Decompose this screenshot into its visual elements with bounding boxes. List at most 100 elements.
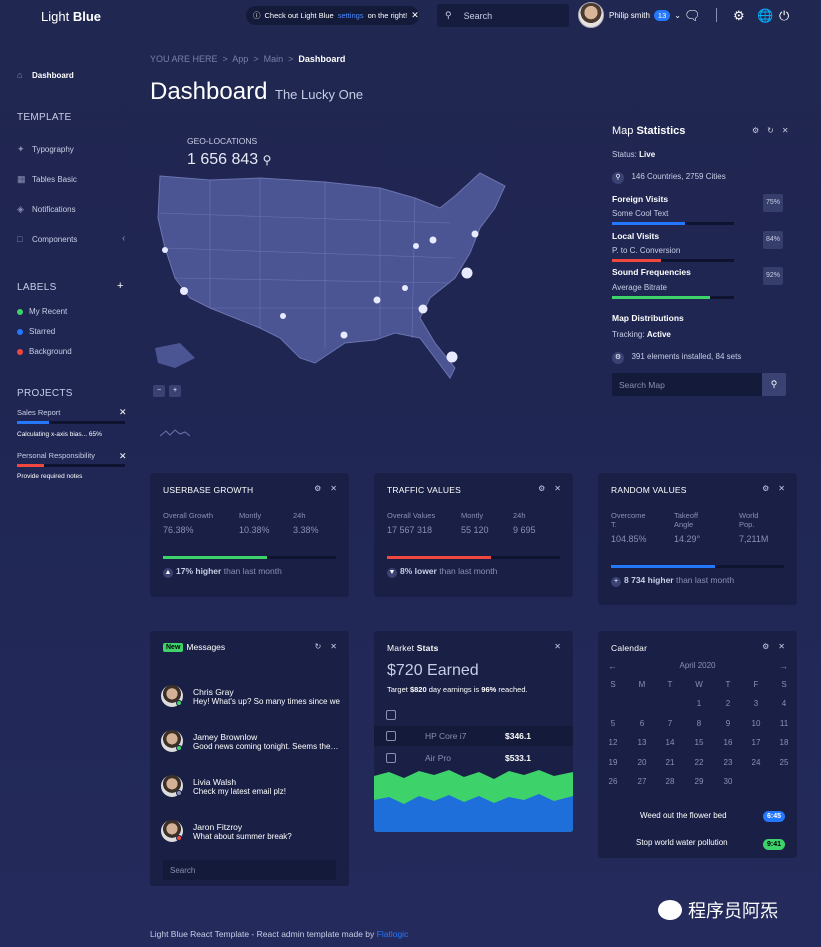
project-sales-report[interactable]: Sales Report xyxy=(17,408,60,417)
project-personal-responsibility[interactable]: Personal Responsibility xyxy=(17,451,95,460)
gear-icon[interactable]: ⚙ xyxy=(733,8,745,24)
footer: Light Blue React Template - React admin … xyxy=(150,929,409,939)
map-status: Status: Live xyxy=(612,150,656,159)
calendar-day[interactable]: 11 xyxy=(774,719,794,728)
weekday-label: W xyxy=(695,680,703,689)
calendar-day[interactable]: 20 xyxy=(632,758,652,767)
status-dot-icon xyxy=(176,700,182,706)
calendar-day[interactable]: 3 xyxy=(746,699,766,708)
calendar-day[interactable]: 18 xyxy=(774,738,794,747)
calendar-day[interactable]: 25 xyxy=(774,758,794,767)
search-input[interactable]: ⚲ Search xyxy=(437,4,569,27)
calendar-day[interactable]: 7 xyxy=(660,719,680,728)
calendar-day[interactable]: 21 xyxy=(660,758,680,767)
calendar-day[interactable]: 27 xyxy=(632,777,652,786)
sidebar-item-typography[interactable]: ✦ Typography xyxy=(17,144,74,155)
calendar-day[interactable]: 5 xyxy=(603,719,623,728)
calendar-day[interactable]: 1 xyxy=(689,699,709,708)
settings-link[interactable]: settings xyxy=(338,11,364,20)
flatlogic-link[interactable]: Flatlogic xyxy=(377,929,409,939)
close-icon[interactable]: ✕ xyxy=(330,484,337,493)
chat-icon[interactable]: 🗨 xyxy=(684,8,701,24)
close-icon[interactable]: ✕ xyxy=(778,484,785,493)
zoom-in-button[interactable]: + xyxy=(169,385,181,397)
calendar-day[interactable]: 16 xyxy=(718,738,738,747)
messages-search-input[interactable]: Search xyxy=(163,860,336,880)
calendar-day[interactable]: 22 xyxy=(689,758,709,767)
watermark: 程序员阿炁 xyxy=(658,897,778,923)
calendar-day[interactable]: 13 xyxy=(632,738,652,747)
search-map-button[interactable]: ⚲ xyxy=(762,373,786,396)
user-menu[interactable]: Philip smith 13 ⌄ xyxy=(609,10,681,21)
close-icon[interactable]: ✕ xyxy=(119,451,127,462)
calendar-day[interactable]: 4 xyxy=(774,699,794,708)
calendar-day[interactable]: 6 xyxy=(632,719,652,728)
calendar-day[interactable]: 23 xyxy=(718,758,738,767)
calendar-title: Calendar xyxy=(611,643,648,653)
calendar-day[interactable]: 26 xyxy=(603,777,623,786)
close-icon[interactable]: ✕ xyxy=(119,407,127,418)
sidebar-item-tables[interactable]: ▦ Tables Basic xyxy=(17,174,77,185)
globe-icon[interactable]: 🌐 xyxy=(757,8,773,24)
messages-title: Messages xyxy=(186,642,226,652)
red-dot-icon xyxy=(17,348,23,355)
gear-icon[interactable]: ⚙ xyxy=(762,484,769,493)
close-icon[interactable]: ✕ xyxy=(782,126,789,135)
gear-icon[interactable]: ⚙ xyxy=(752,126,759,135)
calendar-day[interactable]: 24 xyxy=(746,758,766,767)
notification-count-badge: 13 xyxy=(653,10,671,21)
close-icon[interactable]: ✕ xyxy=(554,484,561,493)
calendar-day[interactable]: 29 xyxy=(689,777,709,786)
calendar-day[interactable]: 15 xyxy=(689,738,709,747)
add-label-icon[interactable]: + xyxy=(117,280,123,292)
refresh-icon[interactable]: ↻ xyxy=(767,126,774,135)
layers-icon: ◈ xyxy=(17,204,24,214)
row-checkbox[interactable] xyxy=(386,753,396,763)
label-starred[interactable]: Starred xyxy=(17,327,55,336)
close-icon[interactable]: ✕ xyxy=(554,642,561,651)
label-my-recent[interactable]: My Recent xyxy=(17,307,67,316)
sidebar-item-components[interactable]: □ Components xyxy=(17,234,77,244)
refresh-icon[interactable]: ↻ xyxy=(315,642,322,651)
sound-frequencies-bar xyxy=(612,296,734,299)
us-map[interactable] xyxy=(150,168,515,383)
calendar-day[interactable]: 8 xyxy=(689,719,709,728)
calendar-day[interactable]: 14 xyxy=(660,738,680,747)
chevron-left-icon[interactable]: ‹ xyxy=(122,233,125,244)
sidebar-item-dashboard[interactable]: ⌂ Dashboard xyxy=(17,70,74,80)
calendar-day[interactable]: 19 xyxy=(603,758,623,767)
gear-icon[interactable]: ⚙ xyxy=(762,642,769,651)
power-icon[interactable]: ⏻ xyxy=(779,8,789,24)
row-checkbox[interactable] xyxy=(386,710,396,720)
close-icon[interactable]: ✕ xyxy=(778,642,785,651)
label-background[interactable]: Background xyxy=(17,347,72,356)
calendar-day[interactable]: 17 xyxy=(746,738,766,747)
sidebar-item-notifications[interactable]: ◈ Notifications xyxy=(17,204,76,215)
calendar-day[interactable]: 28 xyxy=(660,777,680,786)
calendar-day[interactable]: 2 xyxy=(718,699,738,708)
row-checkbox[interactable] xyxy=(386,731,396,741)
arrow-up-icon: ▲ xyxy=(163,568,173,578)
event-item[interactable]: Stop world water pollution xyxy=(636,838,728,847)
traffic-progress-bar xyxy=(387,556,560,559)
calendar-day[interactable]: 9 xyxy=(718,719,738,728)
calendar-day[interactable]: 30 xyxy=(718,777,738,786)
geo-label: GEO-LOCATIONS xyxy=(187,136,258,146)
app-logo[interactable]: Light Blue xyxy=(41,9,101,24)
calendar-day[interactable]: 12 xyxy=(603,738,623,747)
event-item[interactable]: Weed out the flower bed xyxy=(640,811,727,820)
search-map-input[interactable]: Search Map xyxy=(612,373,762,396)
avatar[interactable] xyxy=(578,2,604,28)
search-icon: ⚲ xyxy=(445,10,452,20)
event-time-badge: 9:41 xyxy=(763,839,786,850)
next-month-arrow-icon[interactable]: → xyxy=(779,661,788,671)
calendar-day[interactable]: 10 xyxy=(746,719,766,728)
breadcrumb-main[interactable]: Main xyxy=(264,54,284,64)
zoom-out-button[interactable]: − xyxy=(153,385,165,397)
gear-icon[interactable]: ⚙ xyxy=(314,484,321,493)
breadcrumb-app[interactable]: App xyxy=(232,54,248,64)
close-icon[interactable]: ✕ xyxy=(330,642,337,651)
month-label: April 2020 xyxy=(679,661,716,670)
gear-icon[interactable]: ⚙ xyxy=(538,484,545,493)
close-icon[interactable]: ✕ xyxy=(411,10,419,21)
